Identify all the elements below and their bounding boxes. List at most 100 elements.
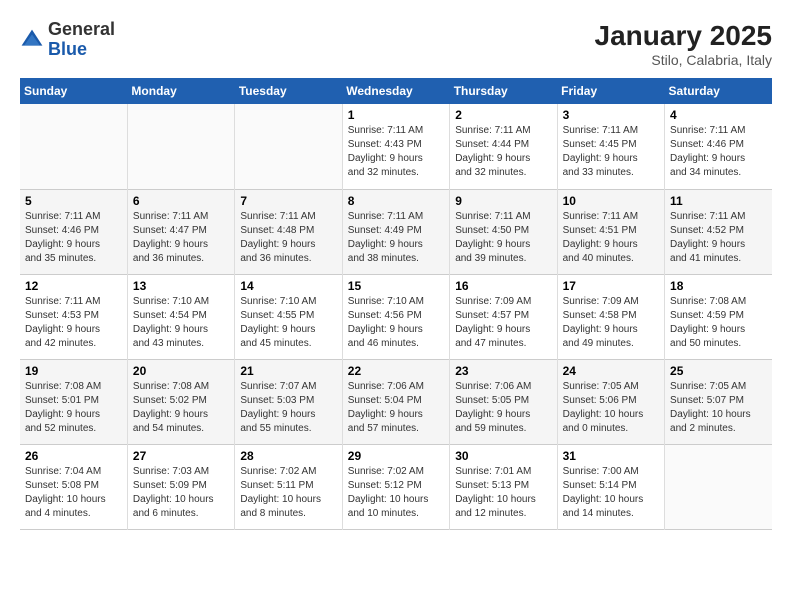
day-info: Sunrise: 7:06 AM Sunset: 5:04 PM Dayligh…: [348, 380, 444, 436]
calendar-cell: 6Sunrise: 7:11 AM Sunset: 4:47 PM Daylig…: [127, 189, 234, 274]
month-title: January 2025: [595, 20, 772, 52]
weekday-header: Friday: [557, 78, 664, 104]
weekday-header: Tuesday: [235, 78, 342, 104]
logo: General Blue: [20, 20, 115, 60]
calendar-cell: 17 Sunrise: 7:09 AM Sunset: 4:58 PM Dayli…: [557, 274, 664, 359]
title-block: January 2025 Stilo, Calabria, Italy: [595, 20, 772, 68]
day-number: 18: [670, 279, 767, 293]
day-info: Sunrise: 7:11 AM Sunset: 4:48 PM Dayligh…: [240, 210, 336, 266]
logo-text: General Blue: [48, 20, 115, 60]
day-info: Sunrise: 7:11 AM Sunset: 4:49 PM Dayligh…: [348, 210, 444, 266]
day-number: 29: [348, 449, 444, 463]
day-number: 21: [240, 364, 336, 378]
day-number: 5: [25, 194, 122, 208]
day-number: 12: [25, 279, 122, 293]
calendar-cell: 26 Sunrise: 7:04 AM Sunset: 5:08 PM Dayli…: [20, 444, 127, 529]
day-info: Sunrise: 7:02 AM Sunset: 5:12 PM Dayligh…: [348, 465, 444, 521]
day-number: 23: [455, 364, 551, 378]
day-number: 11: [670, 194, 767, 208]
calendar-cell: 22 Sunrise: 7:06 AM Sunset: 5:04 PM Dayli…: [342, 359, 449, 444]
calendar-cell: 25 Sunrise: 7:05 AM Sunset: 5:07 PM Dayli…: [665, 359, 772, 444]
calendar-cell: 13Sunrise: 7:10 AM Sunset: 4:54 PM Dayli…: [127, 274, 234, 359]
page-header: General Blue January 2025 Stilo, Calabri…: [20, 20, 772, 68]
weekday-header: Wednesday: [342, 78, 449, 104]
calendar-cell: [665, 444, 772, 529]
calendar-week-row: 19 Sunrise: 7:08 AM Sunset: 5:01 PM Dayli…: [20, 359, 772, 444]
day-number: 19: [25, 364, 122, 378]
day-number: 25: [670, 364, 767, 378]
weekday-header: Thursday: [450, 78, 557, 104]
calendar-cell: [235, 104, 342, 189]
calendar-cell: 1Sunrise: 7:11 AM Sunset: 4:43 PM Daylig…: [342, 104, 449, 189]
day-info: Sunrise: 7:10 AM Sunset: 4:54 PM Dayligh…: [133, 295, 229, 351]
day-info: Sunrise: 7:06 AM Sunset: 5:05 PM Dayligh…: [455, 380, 551, 436]
day-info: Sunrise: 7:01 AM Sunset: 5:13 PM Dayligh…: [455, 465, 551, 521]
day-info: Sunrise: 7:08 AM Sunset: 5:01 PM Dayligh…: [25, 380, 122, 436]
calendar-cell: 19 Sunrise: 7:08 AM Sunset: 5:01 PM Dayli…: [20, 359, 127, 444]
day-number: 9: [455, 194, 551, 208]
day-info: Sunrise: 7:11 AM Sunset: 4:45 PM Dayligh…: [563, 124, 659, 180]
calendar-cell: 16 Sunrise: 7:09 AM Sunset: 4:57 PM Dayli…: [450, 274, 557, 359]
calendar-cell: 11 Sunrise: 7:11 AM Sunset: 4:52 PM Dayli…: [665, 189, 772, 274]
calendar-cell: 12 Sunrise: 7:11 AM Sunset: 4:53 PM Dayli…: [20, 274, 127, 359]
day-number: 31: [563, 449, 659, 463]
calendar-week-row: 1Sunrise: 7:11 AM Sunset: 4:43 PM Daylig…: [20, 104, 772, 189]
day-info: Sunrise: 7:09 AM Sunset: 4:57 PM Dayligh…: [455, 295, 551, 351]
day-info: Sunrise: 7:04 AM Sunset: 5:08 PM Dayligh…: [25, 465, 122, 521]
calendar-cell: 7 Sunrise: 7:11 AM Sunset: 4:48 PM Daylig…: [235, 189, 342, 274]
day-number: 24: [563, 364, 659, 378]
day-info: Sunrise: 7:11 AM Sunset: 4:46 PM Dayligh…: [25, 210, 122, 266]
calendar-table: SundayMondayTuesdayWednesdayThursdayFrid…: [20, 78, 772, 530]
day-info: Sunrise: 7:11 AM Sunset: 4:44 PM Dayligh…: [455, 124, 551, 180]
day-number: 3: [563, 108, 659, 122]
day-info: Sunrise: 7:08 AM Sunset: 4:59 PM Dayligh…: [670, 295, 767, 351]
calendar-cell: 21 Sunrise: 7:07 AM Sunset: 5:03 PM Dayli…: [235, 359, 342, 444]
location-title: Stilo, Calabria, Italy: [595, 52, 772, 68]
calendar-week-row: 12 Sunrise: 7:11 AM Sunset: 4:53 PM Dayli…: [20, 274, 772, 359]
day-number: 10: [563, 194, 659, 208]
day-number: 27: [133, 449, 229, 463]
day-info: Sunrise: 7:02 AM Sunset: 5:11 PM Dayligh…: [240, 465, 336, 521]
weekday-header-row: SundayMondayTuesdayWednesdayThursdayFrid…: [20, 78, 772, 104]
calendar-cell: 14 Sunrise: 7:10 AM Sunset: 4:55 PM Dayli…: [235, 274, 342, 359]
day-info: Sunrise: 7:10 AM Sunset: 4:56 PM Dayligh…: [348, 295, 444, 351]
day-number: 26: [25, 449, 122, 463]
logo-icon: [20, 28, 44, 52]
day-number: 30: [455, 449, 551, 463]
day-info: Sunrise: 7:08 AM Sunset: 5:02 PM Dayligh…: [133, 380, 229, 436]
calendar-cell: 29 Sunrise: 7:02 AM Sunset: 5:12 PM Dayli…: [342, 444, 449, 529]
day-number: 1: [348, 108, 444, 122]
weekday-header: Sunday: [20, 78, 127, 104]
day-info: Sunrise: 7:11 AM Sunset: 4:52 PM Dayligh…: [670, 210, 767, 266]
day-info: Sunrise: 7:11 AM Sunset: 4:53 PM Dayligh…: [25, 295, 122, 351]
day-info: Sunrise: 7:05 AM Sunset: 5:06 PM Dayligh…: [563, 380, 659, 436]
calendar-cell: [20, 104, 127, 189]
day-info: Sunrise: 7:07 AM Sunset: 5:03 PM Dayligh…: [240, 380, 336, 436]
calendar-cell: 18 Sunrise: 7:08 AM Sunset: 4:59 PM Dayli…: [665, 274, 772, 359]
day-info: Sunrise: 7:10 AM Sunset: 4:55 PM Dayligh…: [240, 295, 336, 351]
day-info: Sunrise: 7:11 AM Sunset: 4:50 PM Dayligh…: [455, 210, 551, 266]
day-info: Sunrise: 7:11 AM Sunset: 4:46 PM Dayligh…: [670, 124, 767, 180]
calendar-cell: 23 Sunrise: 7:06 AM Sunset: 5:05 PM Dayli…: [450, 359, 557, 444]
day-info: Sunrise: 7:09 AM Sunset: 4:58 PM Dayligh…: [563, 295, 659, 351]
day-info: Sunrise: 7:05 AM Sunset: 5:07 PM Dayligh…: [670, 380, 767, 436]
calendar-cell: 10 Sunrise: 7:11 AM Sunset: 4:51 PM Dayli…: [557, 189, 664, 274]
day-number: 28: [240, 449, 336, 463]
calendar-cell: 24 Sunrise: 7:05 AM Sunset: 5:06 PM Dayli…: [557, 359, 664, 444]
day-number: 14: [240, 279, 336, 293]
calendar-cell: 3 Sunrise: 7:11 AM Sunset: 4:45 PM Daylig…: [557, 104, 664, 189]
day-info: Sunrise: 7:11 AM Sunset: 4:51 PM Dayligh…: [563, 210, 659, 266]
day-number: 17: [563, 279, 659, 293]
day-number: 22: [348, 364, 444, 378]
day-number: 4: [670, 108, 767, 122]
day-number: 16: [455, 279, 551, 293]
day-number: 7: [240, 194, 336, 208]
calendar-cell: [127, 104, 234, 189]
calendar-cell: 30 Sunrise: 7:01 AM Sunset: 5:13 PM Dayli…: [450, 444, 557, 529]
calendar-cell: 31 Sunrise: 7:00 AM Sunset: 5:14 PM Dayli…: [557, 444, 664, 529]
calendar-cell: 28 Sunrise: 7:02 AM Sunset: 5:11 PM Dayli…: [235, 444, 342, 529]
calendar-cell: 4 Sunrise: 7:11 AM Sunset: 4:46 PM Daylig…: [665, 104, 772, 189]
day-info: Sunrise: 7:00 AM Sunset: 5:14 PM Dayligh…: [563, 465, 659, 521]
calendar-cell: 9 Sunrise: 7:11 AM Sunset: 4:50 PM Daylig…: [450, 189, 557, 274]
day-number: 15: [348, 279, 444, 293]
